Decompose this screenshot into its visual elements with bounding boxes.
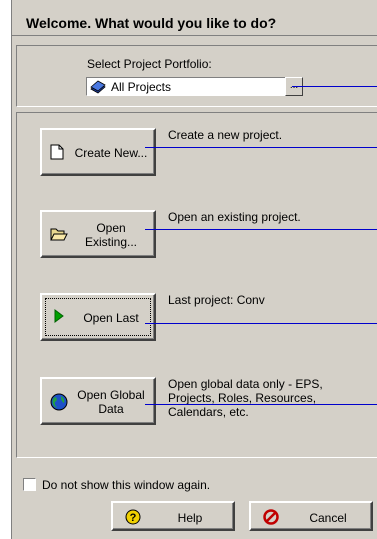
new-document-icon [50, 144, 64, 163]
open-global-description: Open global data only - EPS, Projects, R… [168, 377, 323, 419]
help-icon: ? [125, 509, 141, 528]
open-global-label-line1: Open Global [77, 388, 145, 402]
create-new-description: Create a new project. [168, 128, 283, 142]
portfolio-group [16, 45, 377, 107]
do-not-show-checkbox[interactable] [23, 478, 36, 491]
help-button[interactable]: ? Help [111, 501, 235, 531]
open-existing-label-line2: Existing... [84, 235, 138, 249]
callout-line [292, 86, 377, 87]
welcome-dialog: Welcome. What would you like to do? Sele… [11, 0, 377, 539]
portfolio-select[interactable]: All Projects [86, 77, 296, 96]
create-new-label: Create New... [74, 146, 148, 160]
last-project-description: Last project: Conv [168, 293, 265, 307]
open-existing-button[interactable]: Open Existing... [40, 210, 156, 258]
portfolio-label: Select Project Portfolio: [87, 57, 212, 71]
open-last-label: Open Last [83, 311, 139, 325]
cancel-label: Cancel [309, 511, 347, 525]
portfolio-value: All Projects [111, 80, 172, 94]
open-global-data-button[interactable]: Open Global Data [40, 377, 156, 425]
open-global-label-line2: Data [98, 402, 124, 416]
do-not-show-label: Do not show this window again. [42, 478, 211, 492]
cancel-icon [263, 509, 279, 528]
open-folder-icon [50, 226, 68, 245]
open-last-button[interactable]: Open Last [40, 293, 156, 341]
callout-line [145, 147, 377, 148]
callout-line [145, 323, 377, 324]
callout-line [145, 229, 377, 230]
book-icon [90, 80, 106, 97]
dialog-title: Welcome. What would you like to do? [26, 15, 277, 31]
help-label: Help [177, 511, 203, 525]
open-existing-label-line1: Open [96, 221, 126, 235]
play-arrow-icon [54, 309, 64, 326]
globe-icon [50, 393, 68, 414]
dialog-title-bar: Welcome. What would you like to do? [12, 0, 377, 36]
open-existing-description: Open an existing project. [168, 210, 301, 224]
callout-line [145, 404, 377, 405]
svg-text:?: ? [130, 512, 137, 524]
cancel-button[interactable]: Cancel [249, 501, 373, 531]
create-new-button[interactable]: Create New... [40, 128, 156, 176]
